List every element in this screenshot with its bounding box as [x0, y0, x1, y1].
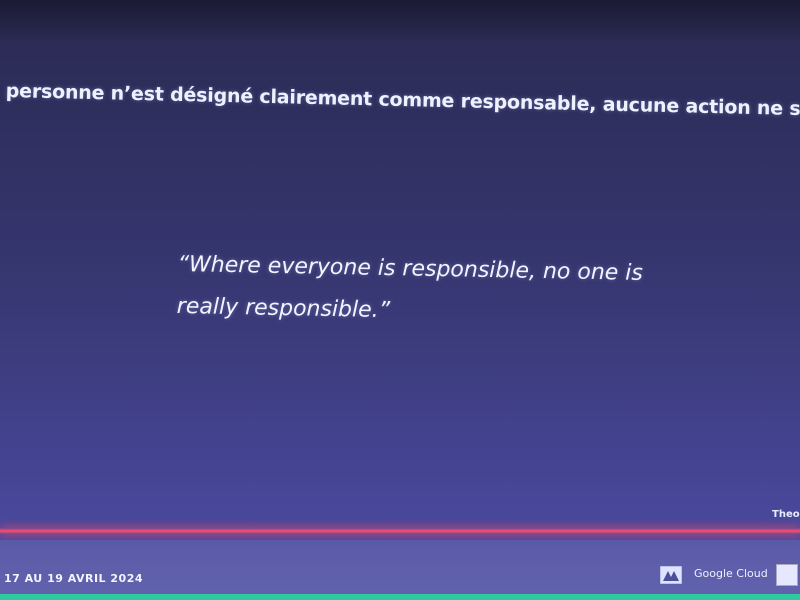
projection-screen: personne n’est désigné clairement comme … — [0, 0, 800, 600]
quote-block: “Where everyone is responsible, no one i… — [176, 244, 658, 337]
sponsor-logo-icon — [660, 566, 682, 584]
bottom-color-strip — [0, 594, 800, 600]
google-cloud-label: Google Cloud — [694, 567, 768, 580]
orange-logo-icon — [776, 564, 798, 586]
slide-headline: personne n’est désigné clairement comme … — [5, 80, 800, 122]
event-date: 17 AU 19 AVRIL 2024 — [4, 572, 144, 585]
screen-top-shadow — [0, 0, 800, 40]
accent-divider — [0, 528, 800, 534]
quote-attribution: Theo — [772, 509, 800, 520]
